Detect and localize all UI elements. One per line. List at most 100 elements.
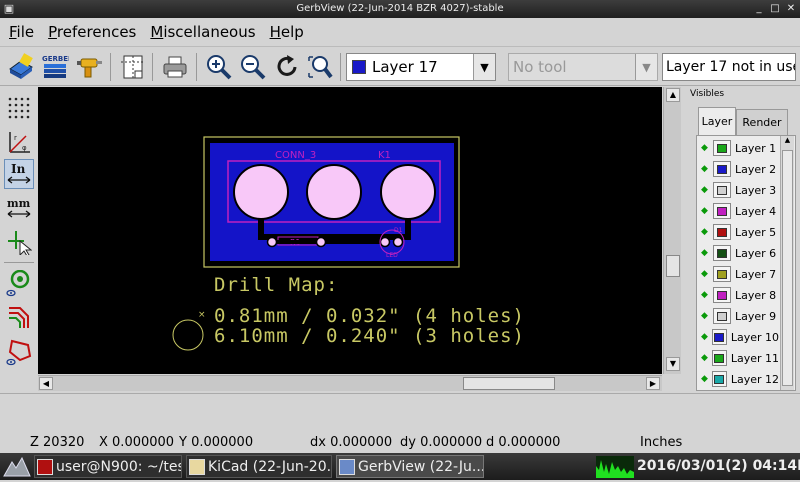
taskbar-item-kicad[interactable]: KiCad (22-Jun-20... [186,455,332,478]
layer-color-button[interactable] [713,266,731,282]
kicad-icon [189,458,205,475]
tab-render[interactable]: Render [736,109,788,135]
zoom-out-icon [241,55,266,80]
layer-row[interactable]: ◆ Layer 8 [697,285,779,305]
toolbar-separator [340,53,341,81]
tab-layer[interactable]: Layer [698,107,736,135]
load-drill-button[interactable] [74,52,104,82]
units-inch-button[interactable]: In [4,159,34,189]
scroll-up-arrow-icon[interactable]: ▲ [782,136,793,148]
layer-color-button[interactable] [713,287,731,303]
zoom-readout: Z 20320 [30,435,85,450]
small-pad [392,236,404,248]
show-flashed-items-button[interactable] [4,269,34,299]
layer-row[interactable]: ◆ Layer 10 [697,327,779,347]
layer-color-swatch [717,185,727,195]
redraw-button[interactable] [272,52,302,82]
menu-miscellaneous[interactable]: Miscellaneous [149,21,256,43]
svg-text:GERBER: GERBER [42,55,69,63]
active-layer-marker-icon: ◆ [701,311,708,321]
flashed-pads-icon [6,270,30,297]
taskbar-item-terminal[interactable]: user@N900: ~/test [34,455,182,478]
layer-color-button[interactable] [713,182,731,198]
show-lines-button[interactable] [4,303,34,333]
load-gerber-button[interactable]: GERBER [40,52,70,82]
layer-name: Layer 4 [735,204,777,218]
polar-coords-button[interactable]: r φ [4,126,34,156]
chevron-down-icon[interactable]: ▼ [635,54,657,80]
scroll-thumb[interactable] [782,150,793,386]
scroll-left-arrow-icon[interactable]: ◀ [39,377,53,390]
mm-units-icon: mm [7,197,31,218]
active-layer-marker-icon: ◆ [701,248,708,258]
layer-color-button[interactable] [713,245,731,261]
erase-all-button[interactable] [6,52,36,82]
layer-row[interactable]: ◆ Layer 2 [697,159,779,179]
cursor-shape-button[interactable] [4,227,34,257]
layer-row[interactable]: ◆ Layer 6 [697,243,779,263]
grid-icon [8,97,30,119]
layer-color-button[interactable] [711,371,727,387]
layer-color-button[interactable] [713,140,731,156]
scroll-thumb[interactable] [463,377,555,390]
drawing-canvas[interactable]: CONN_3 K1 R1 D1 LED Drill Map: × 0.81mm … [38,87,662,374]
layer-select[interactable]: Layer 17 ▼ [346,53,496,81]
connector-pad [306,164,362,220]
layer-color-button[interactable] [713,308,731,324]
layer-color-button[interactable] [713,203,731,219]
layer-row[interactable]: ◆ Layer 11 [697,348,779,368]
active-layer-marker-icon: ◆ [701,332,708,342]
minimize-button[interactable]: _ [752,0,766,18]
scroll-right-arrow-icon[interactable]: ▶ [646,377,660,390]
scroll-down-arrow-icon[interactable]: ▼ [666,357,680,371]
small-pad [266,236,278,248]
layer-row[interactable]: ◆ Layer 12 [697,369,779,389]
drill-load-icon [77,58,102,78]
layer-name: Layer 5 [735,225,777,239]
layer-list-scrollbar[interactable]: ▲ [780,136,794,390]
close-button[interactable]: ✕ [784,0,798,18]
layer-color-button[interactable] [713,224,731,240]
main-toolbar: GERBER [0,46,800,86]
layer-color-button[interactable] [711,329,727,345]
svg-text:r: r [14,134,17,142]
maximize-button[interactable]: □ [768,0,782,18]
gerbview-icon [339,458,355,475]
zoom-in-button[interactable] [204,52,234,82]
print-button[interactable] [160,52,190,82]
print-icon [163,56,187,78]
scroll-thumb[interactable] [666,255,680,277]
canvas-vertical-scrollbar[interactable]: ▲ ▼ [663,87,681,374]
active-layer-marker-icon: ◆ [701,227,708,237]
redraw-icon [277,55,297,76]
menu-file[interactable]: File [8,21,35,43]
zoom-fit-button[interactable] [306,52,336,82]
scroll-up-arrow-icon[interactable]: ▲ [666,88,680,102]
zoom-out-button[interactable] [238,52,268,82]
layer-row[interactable]: ◆ Layer 5 [697,222,779,242]
layer-color-button[interactable] [711,350,727,366]
units-mm-button[interactable]: mm [4,193,34,223]
layer-row[interactable]: ◆ Layer 3 [697,180,779,200]
layer-row[interactable]: ◆ Layer 7 [697,264,779,284]
layer-color-swatch [352,60,366,74]
tool-select[interactable]: No tool ▼ [508,53,658,81]
layer-row[interactable]: ◆ Layer 1 [697,138,779,158]
menu-help[interactable]: Help [269,21,305,43]
visibles-panel: Visibles Layer Render ◆ Layer 1 ◆ Layer 2 ◆ L… [684,87,800,393]
layer-color-swatch [717,227,727,237]
menu-preferences[interactable]: Preferences [47,21,137,43]
grid-toggle-button[interactable] [4,92,34,122]
start-menu-icon[interactable] [2,456,32,478]
small-pad [315,236,327,248]
window-menu-icon[interactable]: ▣ [2,2,16,16]
show-polygons-button[interactable] [4,337,34,367]
page-settings-button[interactable] [118,52,148,82]
taskbar-item-gerbview[interactable]: GerbView (22-Ju... [336,455,484,478]
chevron-down-icon[interactable]: ▼ [473,54,495,80]
conn-label: CONN_3 [275,150,316,161]
layer-row[interactable]: ◆ Layer 4 [697,201,779,221]
layer-color-button[interactable] [713,161,731,177]
canvas-horizontal-scrollbar[interactable]: ◀ ▶ [38,375,662,391]
layer-row[interactable]: ◆ Layer 9 [697,306,779,326]
